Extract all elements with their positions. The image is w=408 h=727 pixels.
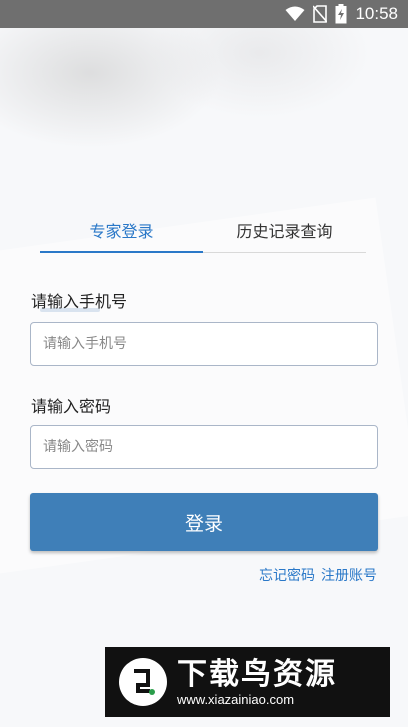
bird-logo-icon: [119, 658, 167, 706]
account-links: 忘记密码 注册账号: [259, 565, 377, 585]
tab-expert-login[interactable]: 专家登录: [40, 208, 203, 253]
watermark-title: 下载鸟资源: [177, 656, 337, 692]
battery-charging-icon: [335, 4, 347, 24]
password-label: 请输入密码: [31, 397, 112, 416]
status-bar: 10:58: [0, 0, 408, 28]
register-link[interactable]: 注册账号: [321, 565, 377, 585]
forgot-password-link[interactable]: 忘记密码: [259, 565, 315, 585]
no-sim-icon: [313, 5, 328, 23]
background-image: [0, 28, 408, 727]
wifi-icon: [285, 6, 305, 22]
watermark: 下载鸟资源 www.xiazainiao.com: [105, 647, 390, 717]
tab-history-query[interactable]: 历史记录查询: [203, 208, 366, 252]
login-button[interactable]: 登录: [30, 493, 378, 551]
password-input[interactable]: [30, 425, 378, 469]
login-tabs: 专家登录 历史记录查询: [40, 208, 366, 253]
status-time: 10:58: [355, 4, 398, 23]
watermark-url: www.xiazainiao.com: [177, 691, 295, 707]
phone-input[interactable]: [30, 322, 378, 366]
phone-label: 请输入手机号: [31, 292, 128, 311]
